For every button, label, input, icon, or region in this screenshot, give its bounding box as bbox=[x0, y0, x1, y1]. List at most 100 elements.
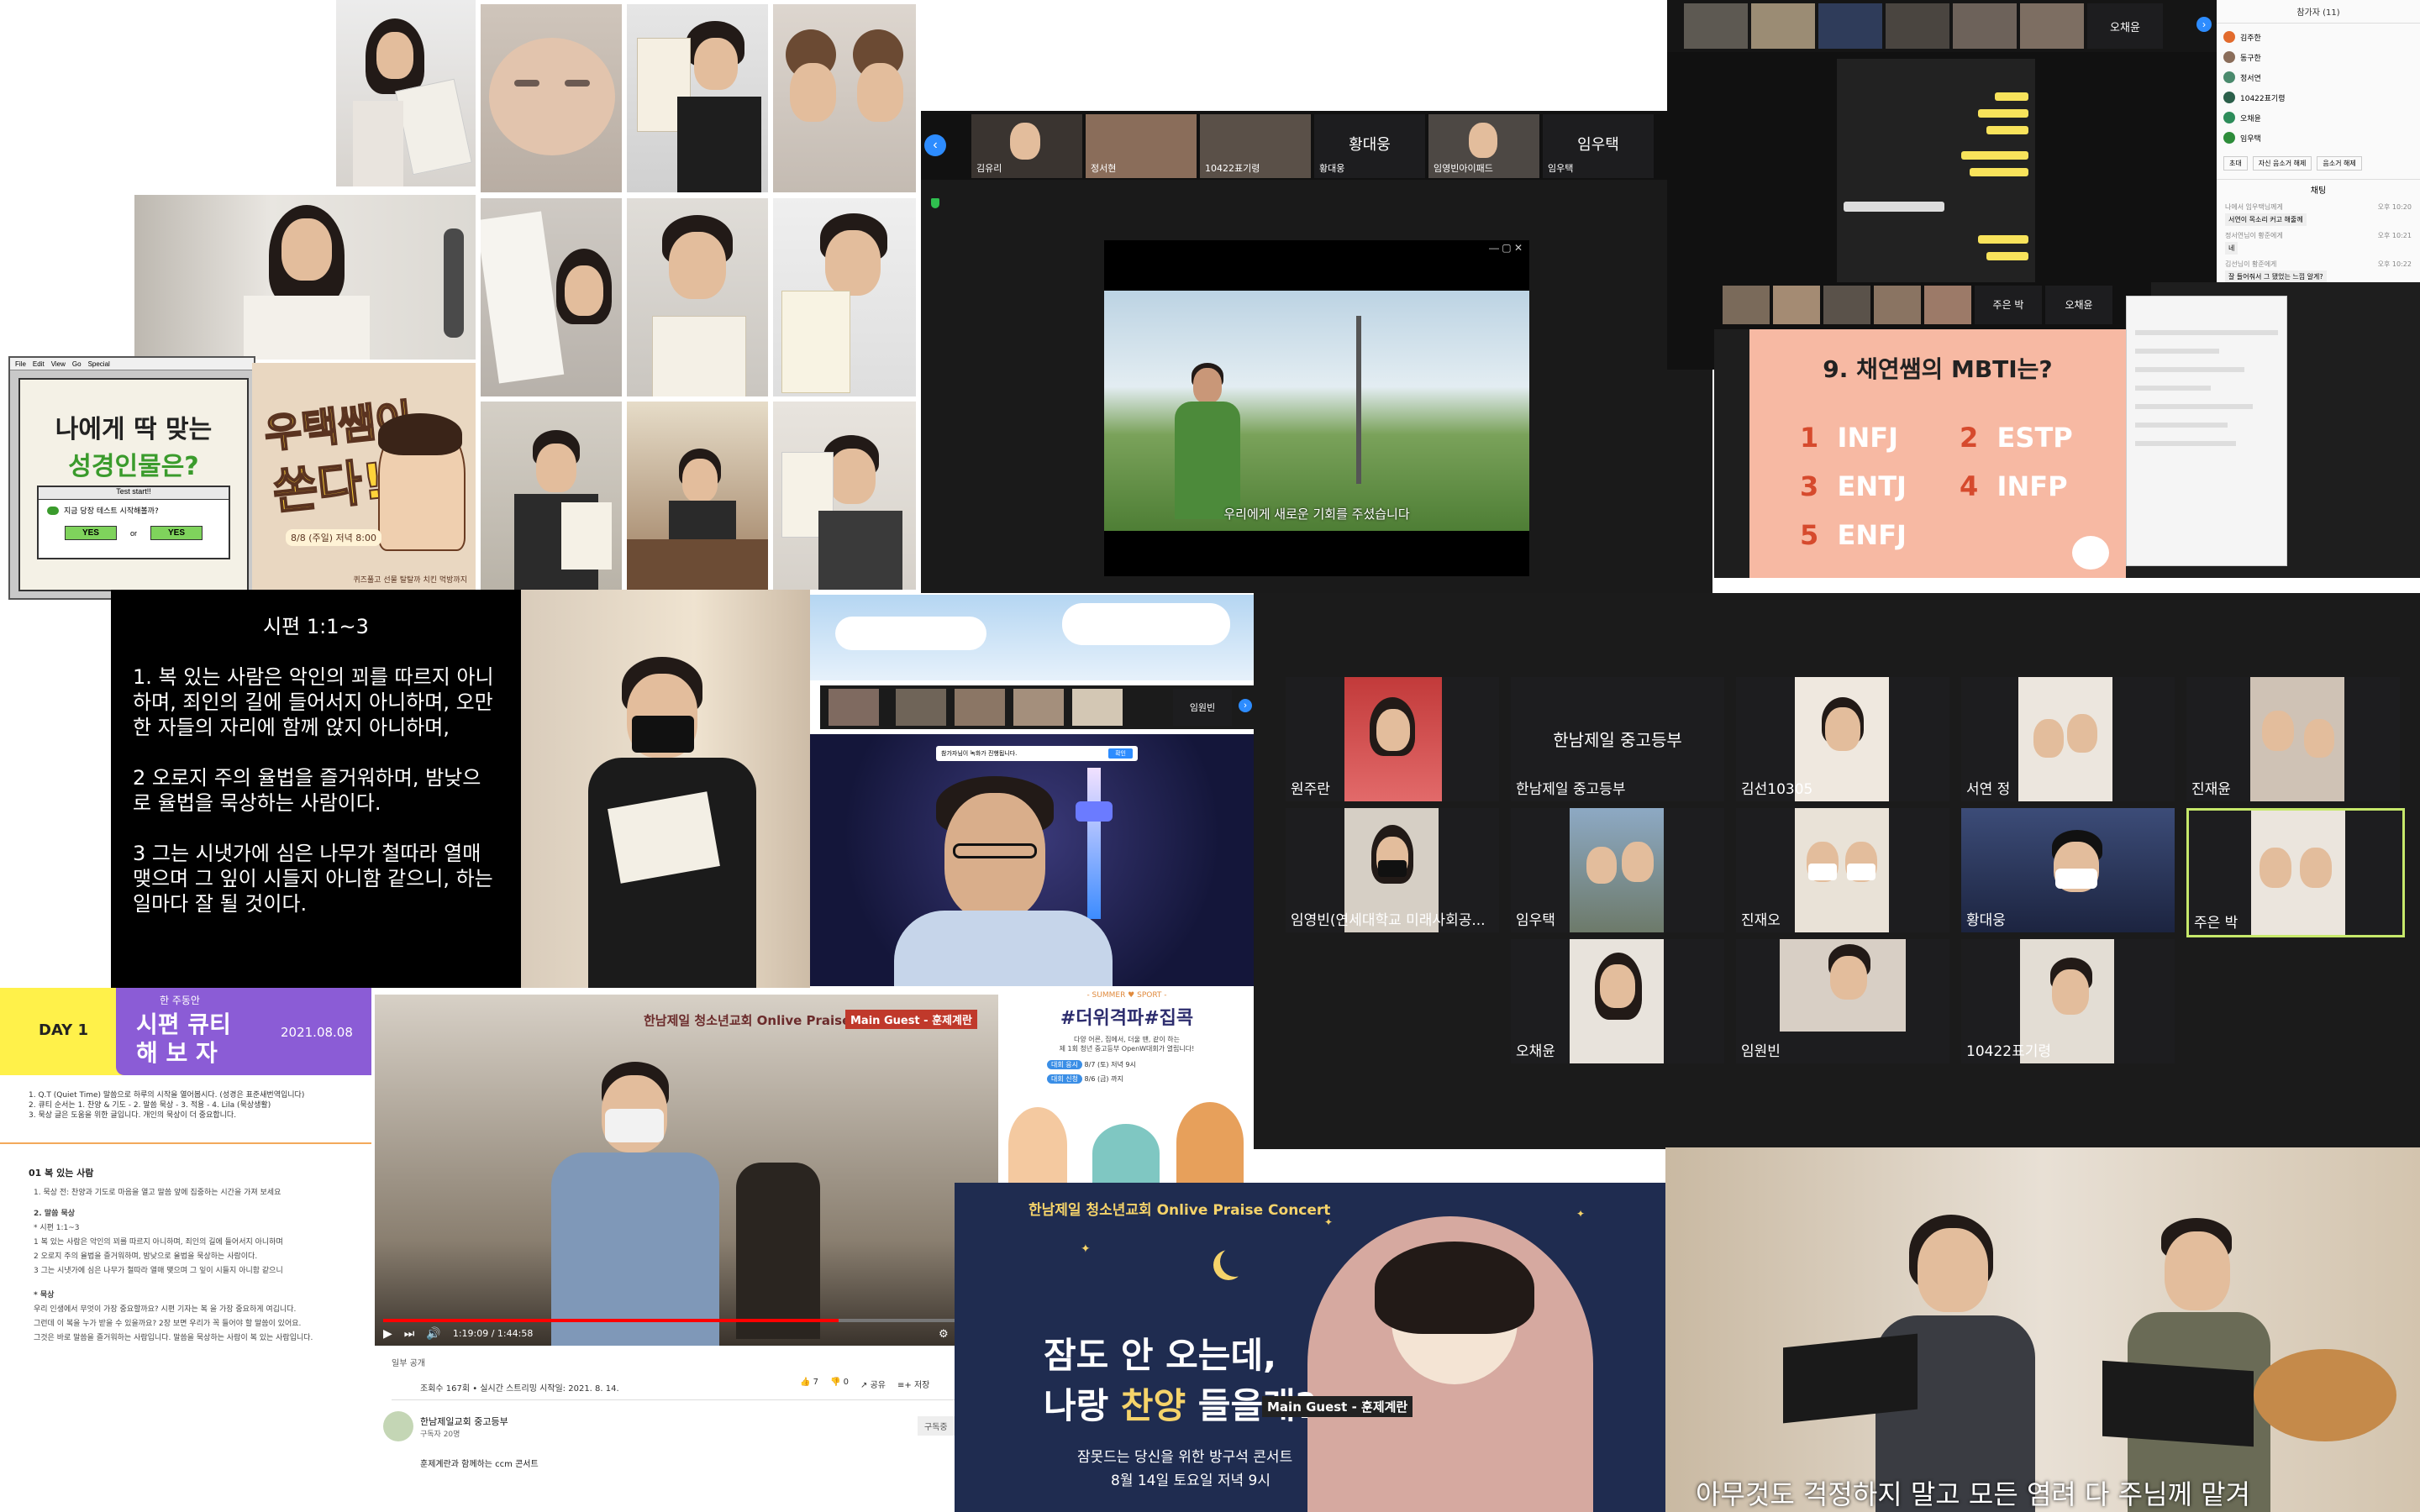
channel-avatar[interactable] bbox=[383, 1411, 413, 1441]
youtube-page: 한남제일 청소년교회 Onlive Praise Concert Main Gu… bbox=[371, 988, 1000, 1512]
unmute-button[interactable]: 음소거 해제 bbox=[2317, 156, 2362, 171]
qt-line: 2. 말씀 묵상 bbox=[34, 1210, 76, 1218]
chat-sender: 김선님이 황준에게 bbox=[2225, 260, 2277, 268]
notice-confirm-button[interactable]: 확인 bbox=[1108, 748, 1133, 759]
strip-tile-5: 임영빈아이패드 bbox=[1428, 114, 1539, 178]
chat-time: 오후 10:21 bbox=[2377, 232, 2412, 239]
option-number: 3 bbox=[1800, 470, 1819, 502]
dislike-button[interactable]: 👎 0 bbox=[830, 1378, 849, 1390]
flyer-label: 대회 신청 bbox=[1047, 1074, 1082, 1084]
flyer-tag: - SUMMER ♥ SPORT - bbox=[1086, 991, 1167, 1000]
yes-button-left[interactable]: YES bbox=[64, 526, 117, 540]
invite-button[interactable]: 초대 bbox=[2223, 156, 2248, 171]
recording-notice: 참가자님이 녹화가 진행됩니다. 확인 bbox=[936, 746, 1138, 761]
photo-dog-filter bbox=[773, 4, 916, 192]
star-icon: ✦ bbox=[1324, 1216, 1334, 1228]
night-zoom-window: 임원빈 › 참가자님이 녹화가 진행됩니다. 확인 bbox=[810, 595, 1254, 986]
qt-line: 우리 인생에서 무엇이 가장 중요할까요? 시편 기자는 복 을 가장 중요하게… bbox=[34, 1305, 297, 1314]
option-label: INFP bbox=[1996, 470, 2068, 502]
concert-sub-2: 8월 14일 토요일 저녁 9시 bbox=[1111, 1473, 1270, 1489]
yt-guest-badge: Main Guest - 훈제계란 bbox=[845, 1010, 977, 1029]
yt-channel[interactable]: 한남제일교회 중고등부 bbox=[420, 1415, 508, 1428]
gallery-tile-11: 오채윤 bbox=[1511, 939, 1724, 1063]
participant-strip: ‹ 김유리 정서현 10422표기령 황대웅 황대웅 임영빈아이패드 임우택 임… bbox=[921, 111, 1712, 180]
night-strip-name: 임원빈 bbox=[1189, 702, 1216, 713]
menu-edit[interactable]: Edit bbox=[33, 360, 45, 368]
qt-line: 그런데 이 복을 누가 받을 수 있을까요? 2장 보면 우리가 꼭 들어야 할… bbox=[34, 1320, 302, 1328]
menu-go[interactable]: Go bbox=[72, 360, 82, 368]
share-button[interactable]: ↗ 공유 bbox=[860, 1378, 886, 1390]
mbti-top-strip: 주은 박 오채윤 bbox=[1714, 282, 2151, 329]
shield-icon bbox=[931, 198, 939, 208]
chat-message: 서연이 목소리 커고 해줄께 bbox=[2225, 213, 2307, 226]
option-label: ENTJ bbox=[1837, 470, 1907, 502]
volume-icon[interactable]: 🔊 bbox=[426, 1326, 440, 1341]
option-number: 5 bbox=[1800, 519, 1819, 551]
menu-bar: File Edit View Go Special bbox=[10, 358, 254, 370]
photo-man-reading bbox=[521, 590, 810, 988]
chat-top-strip: 오채윤 › bbox=[1667, 0, 2217, 52]
avatar bbox=[2223, 92, 2235, 103]
menu-file[interactable]: File bbox=[15, 360, 26, 368]
avatar bbox=[2223, 112, 2235, 123]
next-icon[interactable]: ⏭ bbox=[404, 1326, 415, 1341]
photo-boy-sitting bbox=[481, 402, 622, 590]
qt-line: * 묵상 bbox=[34, 1291, 55, 1299]
concert-guest-badge: Main Guest - 훈제계란 bbox=[1262, 1396, 1413, 1417]
flyer-value: 8/7 (토) 저녁 9시 bbox=[1084, 1061, 1136, 1068]
qt-section: 01 복 있는 사람 bbox=[29, 1168, 94, 1179]
gallery-tile-13: 10422표기령 bbox=[1961, 939, 2175, 1063]
strip-tile-1: 김유리 bbox=[971, 114, 1082, 178]
yt-subscribers: 구독자 20명 bbox=[420, 1431, 460, 1439]
qt-line: 2 오로지 주의 율법을 즐거워하며, 밤낮으로 율법을 묵상하는 사람이다. bbox=[34, 1252, 258, 1261]
photo-closeup-face bbox=[481, 4, 622, 192]
gallery-tile-9: 황대웅 bbox=[1961, 808, 2175, 932]
strip-tile-2: 정서현 bbox=[1086, 114, 1197, 178]
participant-name: 정서연 bbox=[2240, 74, 2261, 83]
window-controls-icon[interactable]: — ▢ ✕ bbox=[1489, 242, 1523, 254]
test-title-line2: 성경인물은? bbox=[68, 452, 199, 481]
save-button[interactable]: ≡+ 저장 bbox=[897, 1378, 929, 1390]
poster-headline-2: 쏜다! bbox=[269, 451, 388, 522]
photo-boy-mask-flyer bbox=[773, 402, 916, 590]
mbti-chat-panel bbox=[2126, 296, 2287, 566]
gallery-tile-4: 서연 정 bbox=[1961, 677, 2175, 801]
like-button[interactable]: 👍 7 bbox=[800, 1378, 818, 1390]
gallery-tile-3: 김선10305 bbox=[1736, 677, 1949, 801]
gallery-tile-1: 원주란 bbox=[1286, 677, 1499, 801]
or-label: or bbox=[129, 528, 137, 538]
settings-icon[interactable]: ⚙ bbox=[939, 1327, 949, 1341]
qt-line: 1. 묵상 전: 찬양과 기도로 마음을 열고 말씀 앞에 집중하는 시간을 가… bbox=[34, 1189, 281, 1197]
menu-special[interactable]: Special bbox=[88, 360, 110, 368]
frog-icon bbox=[47, 506, 59, 515]
strip-next-button[interactable]: › bbox=[1239, 699, 1252, 712]
option-label: INFJ bbox=[1837, 422, 1898, 454]
qt-day: DAY 1 bbox=[39, 1021, 88, 1039]
psalm-title: 시편 1:1~3 bbox=[263, 615, 369, 638]
gallery-tile-5: 진재윤 bbox=[2186, 677, 2400, 801]
test-title-line1: 나에게 딱 맞는 bbox=[55, 415, 213, 444]
gallery-tile-7: 임우택 bbox=[1511, 808, 1724, 932]
test-dialog: Test start!! 지금 당장 테스트 시작해볼까? YES or YES bbox=[37, 486, 230, 559]
yt-subscribe-button[interactable]: 구독중 bbox=[918, 1416, 955, 1436]
test-dialog-text: 지금 당장 테스트 시작해볼까? bbox=[64, 507, 159, 516]
avatar bbox=[2223, 132, 2235, 144]
progress-bar[interactable] bbox=[383, 1319, 990, 1322]
poster-date: 8/8 (주일) 저녁 8:00 bbox=[286, 529, 381, 546]
option-label: ESTP bbox=[1996, 422, 2073, 454]
mbti-slide: 9. 채연쌤의 MBTI는? 1 INFJ 2 ESTP 3 ENTJ 4 IN… bbox=[1749, 329, 2126, 578]
concert-poster: 한남제일 청소년교회 Onlive Praise Concert ✦ ✦ ✦ 잠… bbox=[955, 1183, 1665, 1512]
youtube-video[interactable]: 한남제일 청소년교회 Onlive Praise Concert Main Gu… bbox=[375, 995, 998, 1346]
psalm-verse-3: 3 그는 시냇가에 심은 나무가 철따라 열매 맺으며 그 잎이 시들지 아니함… bbox=[133, 842, 493, 916]
zoom-gallery-view: 원주란 한남제일 중고등부 한남제일 중고등부 김선10305 서연 정 진재윤… bbox=[1254, 593, 2420, 1149]
gallery-tile-8: 진재오 bbox=[1736, 808, 1949, 932]
mbti-quiz-window: 주은 박 오채윤 9. 채연쌤의 MBTI는? 1 INFJ 2 ESTP 3 … bbox=[1714, 282, 2420, 578]
menu-view[interactable]: View bbox=[51, 360, 66, 368]
strip-tile-4: 황대웅 황대웅 bbox=[1314, 114, 1425, 178]
participant-name: 오채윤 bbox=[2240, 114, 2261, 123]
yes-button-right[interactable]: YES bbox=[150, 526, 203, 540]
unmute-self-button[interactable]: 자신 음소거 해제 bbox=[2252, 156, 2312, 171]
strip-prev-button[interactable]: ‹ bbox=[924, 134, 946, 156]
strip-next-button[interactable]: › bbox=[2196, 17, 2212, 32]
play-icon[interactable]: ▶ bbox=[383, 1326, 392, 1341]
